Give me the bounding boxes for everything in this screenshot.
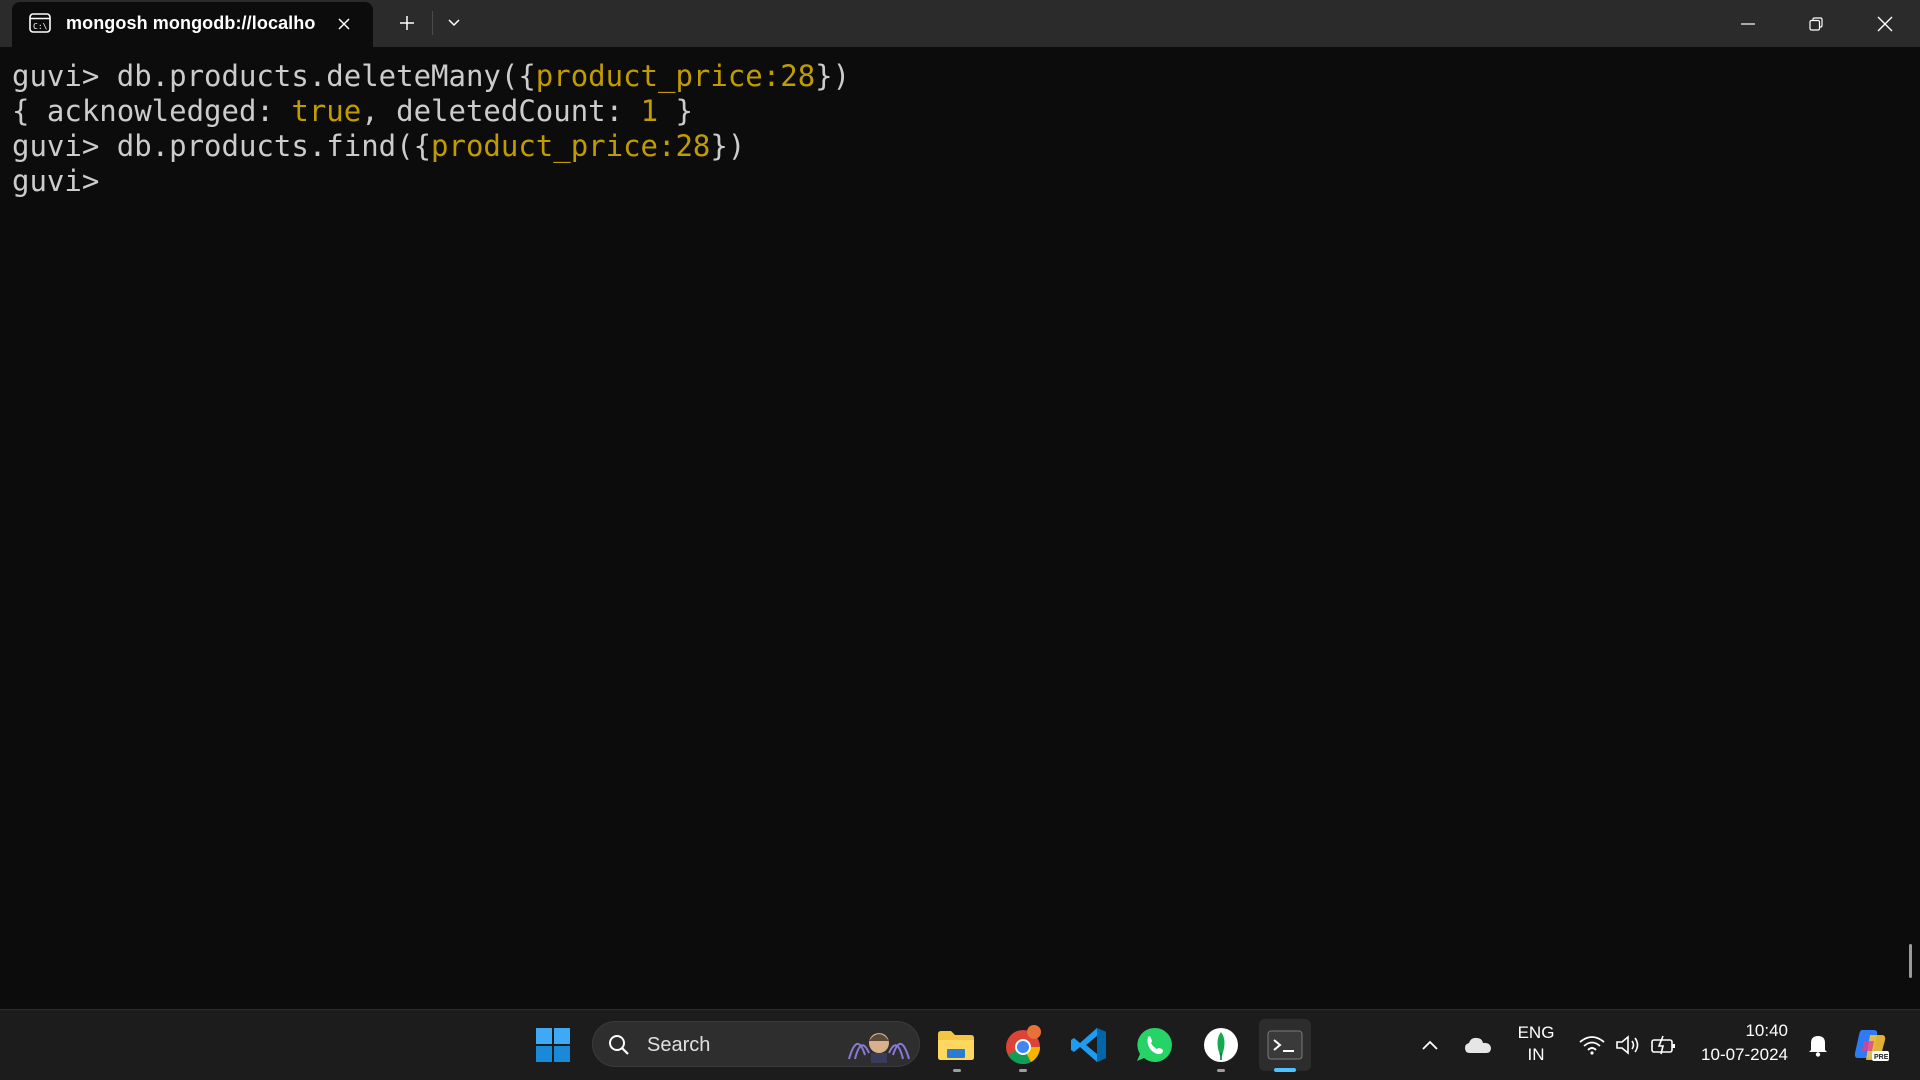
wifi-icon[interactable]: [1572, 1019, 1612, 1071]
search-highlight-illustration-icon: [843, 1025, 915, 1063]
terminal-line: guvi> db.products.deleteMany({product_pr…: [12, 59, 851, 93]
terminal-active-indicator: [1274, 1068, 1296, 1072]
mongodb-compass-icon[interactable]: [1195, 1019, 1247, 1071]
terminal-output[interactable]: guvi> db.products.deleteMany({product_pr…: [0, 47, 1920, 1009]
taskbar-search-box[interactable]: Search: [592, 1021, 920, 1067]
chevron-down-icon[interactable]: [440, 10, 468, 36]
volume-icon[interactable]: [1608, 1019, 1648, 1071]
search-icon: [607, 1033, 631, 1057]
close-window-button[interactable]: [1851, 0, 1919, 47]
vscode-icon[interactable]: [1063, 1019, 1115, 1071]
whatsapp-icon[interactable]: [1128, 1019, 1180, 1071]
language-indicator[interactable]: ENG: [1510, 1023, 1562, 1043]
new-tab-button[interactable]: [393, 10, 421, 36]
terminal-icon[interactable]: [1259, 1019, 1311, 1071]
windows-start-icon[interactable]: [527, 1019, 579, 1071]
chrome-running-indicator: [1019, 1069, 1027, 1072]
notification-bell-icon[interactable]: [1800, 1019, 1836, 1071]
tab-title: mongosh mongodb://localho: [66, 13, 316, 33]
terminal-prompt[interactable]: guvi>: [12, 164, 117, 199]
svg-text:C:\: C:\: [33, 22, 48, 31]
clock-date[interactable]: 10-07-2024: [1694, 1045, 1788, 1065]
clock-time[interactable]: 10:40: [1694, 1021, 1788, 1041]
search-placeholder: Search: [647, 1034, 711, 1056]
file-explorer-running-indicator: [953, 1069, 961, 1072]
chevron-up-icon[interactable]: [1405, 1019, 1455, 1071]
language-region: IN: [1527, 1045, 1545, 1064]
file-explorer-icon[interactable]: [930, 1019, 982, 1071]
tab-divider: [432, 11, 433, 35]
terminal-line: guvi> db.products.find({product_price:28…: [12, 129, 746, 163]
svg-text:PRE: PRE: [1874, 1054, 1889, 1061]
restore-button[interactable]: [1782, 0, 1850, 47]
close-tab-icon[interactable]: [332, 12, 356, 36]
battery-icon[interactable]: [1644, 1019, 1684, 1071]
chrome-icon[interactable]: [997, 1019, 1049, 1071]
title-bar: C:\ mongosh mongodb://localho: [0, 0, 1920, 47]
console-icon: C:\: [29, 13, 51, 33]
mongodb-running-indicator: [1217, 1069, 1225, 1072]
copilot-icon[interactable]: PRE: [1848, 1019, 1894, 1071]
tab-mongosh[interactable]: C:\ mongosh mongodb://localho: [12, 2, 373, 47]
minimize-button[interactable]: [1714, 0, 1782, 47]
onedrive-icon[interactable]: [1453, 1019, 1503, 1071]
scrollbar-thumb[interactable]: [1909, 944, 1912, 978]
terminal-line: { acknowledged: true, deletedCount: 1 }: [12, 94, 693, 128]
